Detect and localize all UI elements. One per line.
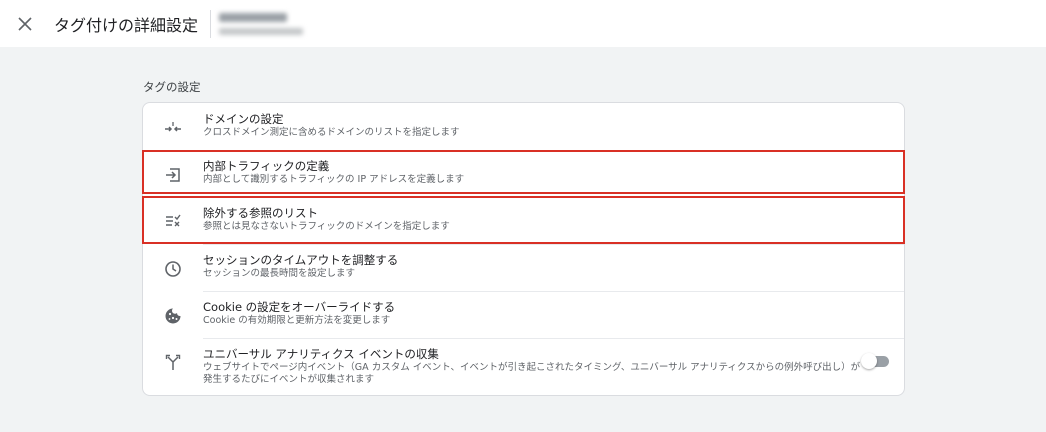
setting-description: クロスドメイン測定に含めるドメインのリストを指定します [203,127,460,138]
setting-row-domains[interactable]: ドメインの設定 クロスドメイン測定に含めるドメインのリストを指定します [143,103,904,150]
ua-events-toggle[interactable] [861,353,891,369]
setting-description: ウェブサイトでページ内イベント（GA カスタム イベント、イベントが引き起こされ… [203,362,861,385]
setting-title: ドメインの設定 [203,112,284,126]
setting-row-ua-events[interactable]: ユニバーサル アナリティクス イベントの収集 ウェブサイトでページ内イベント（G… [143,339,904,395]
setting-row-session-timeout[interactable]: セッションのタイムアウトを調整する セッションの最長時間を設定します [143,245,904,291]
setting-title: 除外する参照のリスト [203,206,318,220]
setting-title: 内部トラフィックの定義 [203,159,330,173]
clock-icon [161,257,185,281]
merge-arrows-icon [161,116,185,140]
top-app-bar: タグ付けの詳細設定 [0,0,1046,47]
login-arrow-icon [161,163,185,187]
setting-title: ユニバーサル アナリティクス イベントの収集 [203,347,439,361]
title-divider [210,9,212,38]
section-label: タグの設定 [143,80,201,94]
settings-card: ドメインの設定 クロスドメイン測定に含めるドメインのリストを指定します 内部トラ… [142,102,905,396]
close-button[interactable] [12,11,38,37]
setting-row-referral-exclusions[interactable]: 除外する参照のリスト 参照とは見なさないトラフィックのドメインを指定します [143,198,904,244]
close-icon [18,16,32,31]
setting-description: 内部として識別するトラフィックの IP アドレスを定義します [203,174,465,185]
setting-title: Cookie の設定をオーバーライドする [203,300,396,314]
cookie-icon [161,304,185,328]
setting-title: セッションのタイムアウトを調整する [203,253,399,267]
page-title: タグ付けの詳細設定 [54,15,199,35]
setting-row-cookie[interactable]: Cookie の設定をオーバーライドする Cookie の有効期限と更新方法を変… [143,292,904,338]
setting-row-internal-traffic[interactable]: 内部トラフィックの定義 内部として識別するトラフィックの IP アドレスを定義し… [143,151,904,197]
property-selector-redacted[interactable] [219,8,309,40]
fork-icon [161,350,185,374]
setting-description: セッションの最長時間を設定します [203,268,356,279]
setting-description: Cookie の有効期限と更新方法を変更します [203,315,391,326]
setting-description: 参照とは見なさないトラフィックのドメインを指定します [203,221,450,232]
list-exclude-icon [161,209,185,233]
